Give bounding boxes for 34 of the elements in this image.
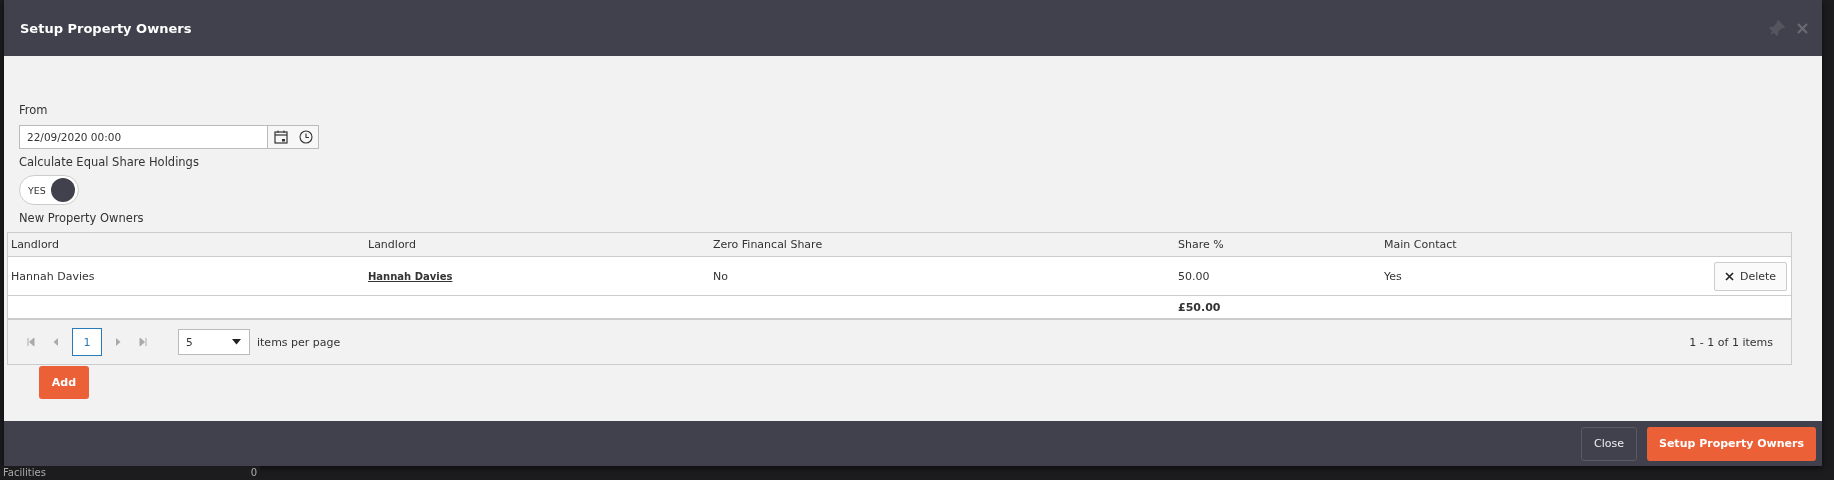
field-label: From <box>19 103 48 117</box>
date-time-field[interactable]: 22/09/2020 00:00 <box>19 125 319 149</box>
page-number[interactable]: 1 <box>72 328 102 356</box>
calendar-icon[interactable] <box>273 130 288 144</box>
column-header[interactable]: Zero Financal Share <box>710 238 1175 251</box>
section-label: New Property Owners <box>19 211 144 225</box>
toggle-switch[interactable]: YES <box>19 175 79 205</box>
landlord-link[interactable]: Hannah Davies <box>368 270 453 282</box>
date-value: 22/09/2020 00:00 <box>26 131 123 143</box>
table-cell-text: Hannah Davies <box>10 269 96 283</box>
total-cell-text: £50.00 <box>1177 300 1222 314</box>
window-title: Setup Property Owners <box>20 20 192 36</box>
table-cell-text: 50.00 <box>1177 269 1211 283</box>
table-cell-text: Yes <box>1383 269 1403 283</box>
close-button[interactable]: Close <box>1581 426 1637 461</box>
last-page-icon[interactable] <box>139 338 147 346</box>
column-header[interactable]: Landlord <box>365 238 710 251</box>
table-cell-text: No <box>712 269 729 283</box>
next-page-icon[interactable] <box>115 338 121 346</box>
field-label: Calculate Equal Share Holdings <box>19 155 199 169</box>
close-icon[interactable] <box>1797 22 1808 34</box>
previous-page-icon[interactable] <box>53 338 59 346</box>
page-size-dropdown[interactable]: 5 <box>178 329 250 355</box>
page-size-label: items per page <box>257 335 341 349</box>
count-label: 0 <box>250 467 257 479</box>
column-header[interactable]: Share % <box>1175 238 1381 251</box>
clock-icon[interactable] <box>298 130 313 144</box>
pager-summary: 1 - 1 of 1 items <box>1689 335 1774 349</box>
column-header[interactable]: Landlord <box>8 238 365 251</box>
caret-icon <box>232 339 241 345</box>
delete-button[interactable]: Delete <box>1714 261 1788 291</box>
first-page-icon[interactable] <box>27 338 35 346</box>
column-header[interactable]: Main Contact <box>1381 238 1711 251</box>
close-icon <box>1725 271 1734 281</box>
